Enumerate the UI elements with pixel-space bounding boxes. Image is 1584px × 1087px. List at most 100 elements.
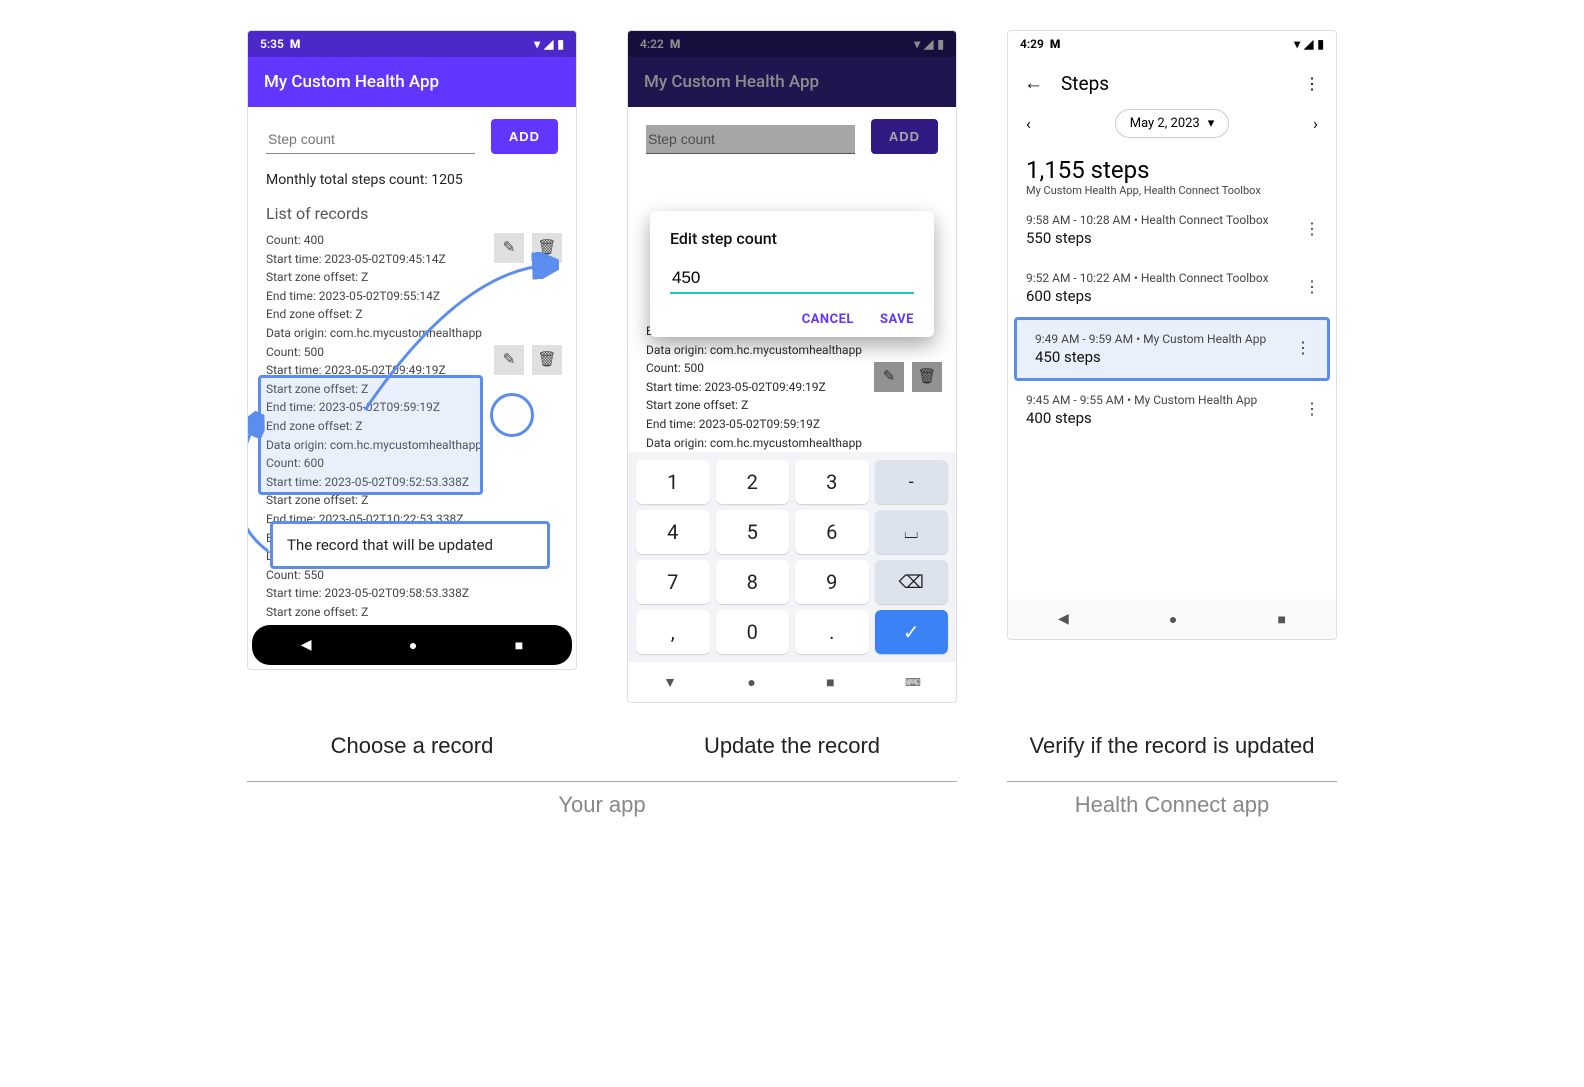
signal-icon: ◢ [1304,37,1313,51]
wifi-icon: ▾ [914,37,920,51]
key-5[interactable]: 5 [716,510,790,554]
key-3[interactable]: 3 [795,460,869,504]
key-space[interactable]: ⌴ [875,510,949,554]
home-icon[interactable]: ● [1169,611,1177,628]
add-button[interactable]: ADD [871,119,938,154]
group-your-app: Your app [247,781,957,818]
home-icon[interactable]: ● [409,637,417,654]
entry-more-icon[interactable]: ⋮ [1295,338,1311,357]
key-backspace[interactable]: ⌫ [875,560,949,604]
prev-day-icon[interactable]: ‹ [1026,114,1031,133]
battery-icon: ▮ [557,37,564,51]
recents-icon[interactable]: ■ [515,637,523,654]
record-item: End zone offset: Z Data origin: com.hc.m… [646,322,938,452]
dialog-title: Edit step count [670,229,914,248]
caption-choose: Choose a record [247,733,577,759]
record-item: Count: 550 Start time: 2023-05-02T09:58:… [266,566,558,622]
delete-icon[interactable]: 🗑 [912,362,942,392]
caption-update: Update the record [627,733,957,759]
cancel-button[interactable]: CANCEL [802,312,854,327]
recents-icon[interactable]: ■ [826,674,834,691]
more-icon[interactable]: ⋮ [1304,74,1320,93]
add-button[interactable]: ADD [491,119,558,154]
mail-icon: M [290,37,301,51]
edit-icon[interactable]: ✎ [494,345,524,375]
key-enter[interactable]: ✓ [875,610,949,654]
captions-row: Choose a record Update the record Verify… [50,733,1534,759]
edit-icon[interactable]: ✎ [494,233,524,263]
record-item: Count: 500 Start time: 2023-05-02T09:49:… [266,343,558,455]
dialog-value-input[interactable] [670,264,914,294]
entry-more-icon[interactable]: ⋮ [1304,277,1320,296]
keyboard-switch-icon[interactable]: ⌨ [905,676,921,689]
key-1[interactable]: 1 [636,460,710,504]
android-nav-bar: ▼ ● ■ ⌨ [628,662,956,702]
status-bar: 5:35 M ▾ ◢ ▮ [248,31,576,57]
status-bar: 4:22 M ▾ ◢ ▮ [628,31,956,57]
record-item: Count: 400 Start time: 2023-05-02T09:45:… [266,231,558,343]
page-title: Steps [1061,72,1109,95]
monthly-total: Monthly total steps count: 1205 [266,172,558,188]
steps-entry: 9:58 AM - 10:28 AM • Health Connect Tool… [1008,201,1336,259]
key-7[interactable]: 7 [636,560,710,604]
caption-verify: Verify if the record is updated [1007,733,1337,759]
battery-icon: ▮ [1317,37,1324,51]
figure-stage: 5:35 M ▾ ◢ ▮ My Custom Health App ADD Mo… [50,30,1534,703]
phone-update-record: 4:22 M ▾ ◢ ▮ My Custom Health App ADD En… [627,30,957,703]
steps-entry-highlighted: 9:49 AM - 9:59 AM • My Custom Health App… [1014,317,1330,381]
android-nav-bar: ◀ ● ■ [252,625,572,665]
signal-icon: ◢ [924,37,933,51]
date-chip[interactable]: May 2, 2023 ▾ [1115,109,1230,138]
key-comma[interactable]: , [636,610,710,654]
callout-record-updated: The record that will be updated [270,521,550,569]
entry-more-icon[interactable]: ⋮ [1304,219,1320,238]
back-icon[interactable]: ▼ [663,674,677,691]
recents-icon[interactable]: ■ [1277,611,1285,628]
key-8[interactable]: 8 [716,560,790,604]
steps-entry: 9:45 AM - 9:55 AM • My Custom Health App… [1008,381,1336,439]
battery-icon: ▮ [937,37,944,51]
app-bar: My Custom Health App [248,57,576,107]
app-title: My Custom Health App [644,72,819,92]
list-header: List of records [266,204,558,223]
signal-icon: ◢ [544,37,553,51]
key-2[interactable]: 2 [716,460,790,504]
key-0[interactable]: 0 [716,610,790,654]
status-time: 4:29 [1020,37,1044,51]
steps-entry: 9:52 AM - 10:22 AM • Health Connect Tool… [1008,259,1336,317]
status-bar: 4:29 M ▾ ◢ ▮ [1008,31,1336,57]
app-title: My Custom Health App [264,72,439,92]
phone-verify-record: 4:29 M ▾ ◢ ▮ ← Steps ⋮ ‹ May 2, 2023 ▾ [1007,30,1337,640]
key-minus[interactable]: - [875,460,949,504]
status-time: 4:22 [640,37,664,51]
save-button[interactable]: SAVE [880,312,914,327]
group-health-connect: Health Connect app [1007,781,1337,818]
wifi-icon: ▾ [1294,37,1300,51]
home-icon[interactable]: ● [747,674,755,691]
footer-groups: Your app Health Connect app [50,781,1534,818]
key-dot[interactable]: . [795,610,869,654]
mail-icon: M [670,37,681,51]
back-icon[interactable]: ◀ [1058,611,1069,627]
mail-icon: M [1050,37,1061,51]
entry-more-icon[interactable]: ⋮ [1304,399,1320,418]
date-navigation: ‹ May 2, 2023 ▾ › [1008,109,1336,156]
status-time: 5:35 [260,37,284,51]
back-arrow-icon[interactable]: ← [1024,71,1043,95]
key-9[interactable]: 9 [795,560,869,604]
key-4[interactable]: 4 [636,510,710,554]
key-6[interactable]: 6 [795,510,869,554]
delete-icon[interactable]: 🗑 [532,233,562,263]
chevron-down-icon: ▾ [1208,116,1215,131]
edit-step-count-dialog: Edit step count CANCEL SAVE [650,211,934,337]
numeric-keyboard: 1 2 3 - 4 5 6 ⌴ 7 8 9 ⌫ , 0 . ✓ [628,452,956,662]
next-day-icon[interactable]: › [1313,114,1318,133]
back-icon[interactable]: ◀ [301,637,312,653]
phone-choose-record: 5:35 M ▾ ◢ ▮ My Custom Health App ADD Mo… [247,30,577,670]
total-steps: 1,155 steps My Custom Health App, Health… [1008,156,1336,201]
delete-icon[interactable]: 🗑 [532,345,562,375]
step-count-input[interactable] [646,125,855,154]
android-nav-bar: ◀ ● ■ [1008,599,1336,639]
edit-icon[interactable]: ✎ [874,362,904,392]
step-count-input[interactable] [266,125,475,154]
